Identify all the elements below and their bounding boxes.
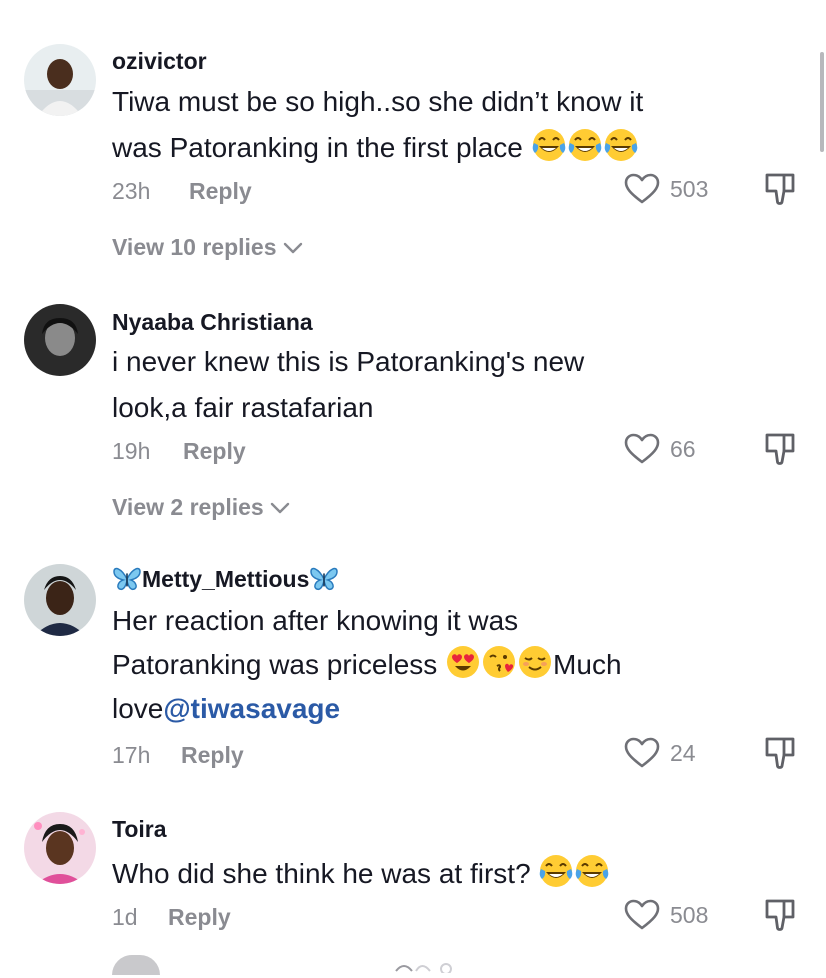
- butterfly-icon: [309, 566, 339, 592]
- like-count: 503: [670, 175, 709, 202]
- thumbs-down-icon: [762, 431, 798, 467]
- dislike-button[interactable]: [762, 735, 798, 776]
- comment-text-line: Who did she think he was at first?: [112, 858, 531, 889]
- comment-text-line: Her reaction after knowing it was: [112, 605, 519, 636]
- comment-text-line: was Patoranking in the first place: [112, 132, 523, 163]
- avatar[interactable]: [24, 44, 96, 116]
- view-replies-button[interactable]: View 2 replies: [112, 494, 290, 521]
- dislike-button[interactable]: [762, 431, 798, 472]
- thumbs-down-icon: [762, 735, 798, 771]
- joy-emoji-icon: [567, 127, 603, 163]
- chevron-down-icon: [270, 502, 290, 514]
- joy-emoji-icon: [574, 853, 610, 889]
- like-count: 66: [670, 435, 696, 462]
- joy-emoji-icon: [531, 127, 567, 163]
- avatar[interactable]: [24, 304, 96, 376]
- view-replies-label: View 10 replies: [112, 234, 277, 260]
- like-count: 24: [670, 739, 696, 766]
- dislike-button[interactable]: [762, 897, 798, 938]
- view-replies-label: View 2 replies: [112, 494, 264, 520]
- comment-text: i never knew this is Patoranking's new l…: [112, 339, 752, 431]
- comment-text-line: look,a fair rastafarian: [112, 392, 374, 423]
- scrollbar-thumb[interactable]: [820, 52, 824, 152]
- heart-outline-icon: [624, 737, 660, 769]
- username-text: Metty_Mettious: [142, 566, 310, 592]
- comment-time: 19h: [112, 438, 151, 464]
- comment-text: Her reaction after knowing it was Patora…: [112, 599, 752, 731]
- joy-emoji-icon: [603, 127, 639, 163]
- comment-text-line: Patoranking was priceless: [112, 649, 446, 680]
- comment-username[interactable]: ozivictor: [112, 48, 207, 75]
- heart-eyes-emoji-icon: [445, 644, 481, 680]
- avatar[interactable]: [24, 564, 96, 636]
- like-button[interactable]: 503: [624, 173, 708, 205]
- heart-outline-icon: [624, 433, 660, 465]
- chevron-down-icon: [283, 242, 303, 254]
- joy-emoji-icon: [538, 853, 574, 889]
- reply-button[interactable]: Reply: [181, 742, 244, 769]
- comment-text-line: Much: [553, 649, 622, 680]
- comment-text: Tiwa must be so high..so she didn’t know…: [112, 79, 752, 171]
- next-comment-avatar[interactable]: [112, 955, 160, 975]
- scrollbar[interactable]: [820, 52, 826, 152]
- heart-outline-icon: [624, 899, 660, 931]
- view-replies-button[interactable]: View 10 replies: [112, 234, 303, 261]
- avatar[interactable]: [24, 812, 96, 884]
- butterfly-icon: [112, 566, 142, 592]
- reply-button[interactable]: Reply: [189, 178, 252, 205]
- comment-time: 1d: [112, 904, 138, 930]
- reply-button[interactable]: Reply: [183, 438, 246, 465]
- comment-text-line: i never knew this is Patoranking's new: [112, 346, 585, 377]
- mention-link[interactable]: @tiwasavage: [163, 693, 340, 724]
- thumbs-down-icon: [762, 171, 798, 207]
- next-comment-decoration: [394, 960, 464, 978]
- kissing-heart-emoji-icon: [481, 644, 517, 680]
- comment-username[interactable]: Metty_Mettious: [112, 566, 339, 593]
- comment-text: Who did she think he was at first?: [112, 851, 752, 897]
- like-button[interactable]: 66: [624, 433, 696, 465]
- heart-outline-icon: [624, 173, 660, 205]
- reply-button[interactable]: Reply: [168, 904, 231, 931]
- smiling-emoji-icon: [517, 644, 553, 680]
- comment-time: 17h: [112, 742, 151, 768]
- thumbs-down-icon: [762, 897, 798, 933]
- comment-text-line: Tiwa must be so high..so she didn’t know…: [112, 86, 644, 117]
- comment-time: 23h: [112, 178, 151, 204]
- like-button[interactable]: 24: [624, 737, 696, 769]
- comment-username[interactable]: Toira: [112, 816, 167, 843]
- dislike-button[interactable]: [762, 171, 798, 212]
- comment-username[interactable]: Nyaaba Christiana: [112, 309, 313, 336]
- like-button[interactable]: 508: [624, 899, 708, 931]
- like-count: 508: [670, 901, 709, 928]
- comment-text-line: love: [112, 693, 164, 724]
